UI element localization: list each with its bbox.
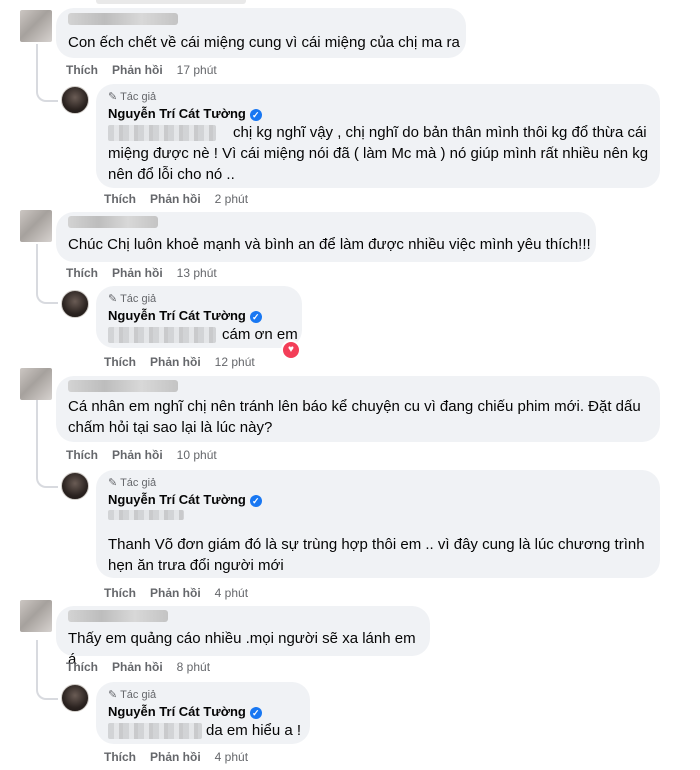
like-button[interactable]: Thích [104,750,136,764]
verified-icon: ✓ [249,706,262,719]
pencil-icon: ✎ [108,293,118,305]
comment-actions: Thích Phản hồi 10 phút [66,448,231,462]
reply-button[interactable]: Phản hồi [112,448,163,462]
like-button[interactable]: Thích [66,266,98,280]
comment-time[interactable]: 8 phút [177,660,210,674]
reply-text: chị kg nghĩ vậy , chị nghĩ do bản thân m… [108,124,649,183]
thread-connector [36,640,58,700]
author-avatar[interactable] [61,472,89,500]
like-button[interactable]: Thích [66,448,98,462]
like-button[interactable]: Thích [66,660,98,674]
commenter-name-redacted[interactable] [68,380,178,392]
author-badge: ✎ Tác giả [108,91,157,103]
like-button[interactable]: Thích [104,192,136,206]
reply-text: da em hiểu a ! [206,722,302,739]
reply-button[interactable]: Phản hồi [150,586,201,600]
comment-text: Chúc Chị luôn khoẻ mạnh và bình an để là… [68,236,591,253]
pencil-icon: ✎ [108,689,118,701]
heart-reaction-icon[interactable]: ♥ [281,340,301,360]
commenter-name-redacted[interactable] [68,13,178,25]
reply-bubble: ✎ Tác giả Nguyễn Trí Cát Tường ✓ chị kg n… [96,84,660,188]
reply-button[interactable]: Phản hồi [150,750,201,764]
mention-redacted[interactable] [108,510,184,520]
reply-time[interactable]: 4 phút [215,750,248,764]
comment-bubble: Cá nhân em nghĩ chị nên tránh lên báo kể… [56,376,660,442]
author-badge: ✎ Tác giả [108,477,157,489]
like-button[interactable]: Thích [66,63,98,77]
thread-connector [36,44,58,102]
comment-time[interactable]: 10 phút [177,448,217,462]
commenter-name-redacted[interactable] [68,610,168,622]
comment-bubble: Chúc Chị luôn khoẻ mạnh và bình an để là… [56,212,596,262]
verified-icon: ✓ [249,494,262,507]
reply-button[interactable]: Phản hồi [112,660,163,674]
like-button[interactable]: Thích [104,355,136,369]
commenter-avatar[interactable] [20,10,52,42]
like-button[interactable]: Thích [104,586,136,600]
comment-time[interactable]: 13 phút [177,266,217,280]
reply-button[interactable]: Phản hồi [150,355,201,369]
comment-time[interactable]: 17 phút [177,63,217,77]
commenter-name-redacted[interactable] [68,216,158,228]
reply-actions: Thích Phản hồi 4 phút [104,750,262,764]
comment-text: Con ếch chết về cái miệng cung vì cái mi… [68,34,460,51]
comment-text: Cá nhân em nghĩ chị nên tránh lên báo kể… [68,398,641,436]
author-name[interactable]: Nguyễn Trí Cát Tường ✓ [108,492,262,507]
cutoff-action-row [96,0,246,4]
commenter-avatar[interactable] [20,368,52,400]
author-name[interactable]: Nguyễn Trí Cát Tường ✓ [108,308,262,323]
mention-redacted[interactable] [108,327,216,343]
reply-button[interactable]: Phản hồi [112,266,163,280]
pencil-icon: ✎ [108,91,118,103]
pencil-icon: ✎ [108,477,118,489]
comment-bubble: Con ếch chết về cái miệng cung vì cái mi… [56,8,466,58]
reply-button[interactable]: Phản hồi [112,63,163,77]
author-badge: ✎ Tác giả [108,689,157,701]
comment-bubble: Thấy em quảng cáo nhiều .mọi người sẽ xa… [56,606,430,668]
author-name[interactable]: Nguyễn Trí Cát Tường ✓ [108,106,262,121]
comment-actions: Thích Phản hồi 17 phút [66,63,231,77]
reply-button[interactable]: Phản hồi [150,192,201,206]
reply-time[interactable]: 2 phút [215,192,248,206]
reply-bubble: ✎ Tác giả Nguyễn Trí Cát Tường ✓ cám ơn e… [96,286,302,348]
reply-actions: Thích Phản hồi 2 phút [104,192,262,206]
reply-bubble: ✎ Tác giả Nguyễn Trí Cát Tường ✓ Thanh Võ… [96,470,660,578]
author-badge: ✎ Tác giả [108,293,157,305]
mention-redacted[interactable] [108,723,202,739]
reply-bubble: ✎ Tác giả Nguyễn Trí Cát Tường ✓ da em hi… [96,682,310,744]
reply-time[interactable]: 12 phút [215,355,255,369]
author-name[interactable]: Nguyễn Trí Cát Tường ✓ [108,704,262,719]
author-avatar[interactable] [61,290,89,318]
commenter-avatar[interactable] [20,210,52,242]
commenter-avatar[interactable] [20,600,52,632]
comment-actions: Thích Phản hồi 8 phút [66,660,224,674]
reply-text: Thanh Võ đơn giám đó là sự trùng hợp thô… [108,536,645,574]
comment-actions: Thích Phản hồi 13 phút [66,266,231,280]
reply-time[interactable]: 4 phút [215,586,248,600]
verified-icon: ✓ [249,108,262,121]
reply-actions: Thích Phản hồi 4 phút [104,586,262,600]
thread-connector [36,244,58,304]
author-avatar[interactable] [61,86,89,114]
author-avatar[interactable] [61,684,89,712]
thread-connector [36,400,58,488]
verified-icon: ✓ [249,310,262,323]
reply-actions: Thích Phản hồi 12 phút [104,355,269,369]
